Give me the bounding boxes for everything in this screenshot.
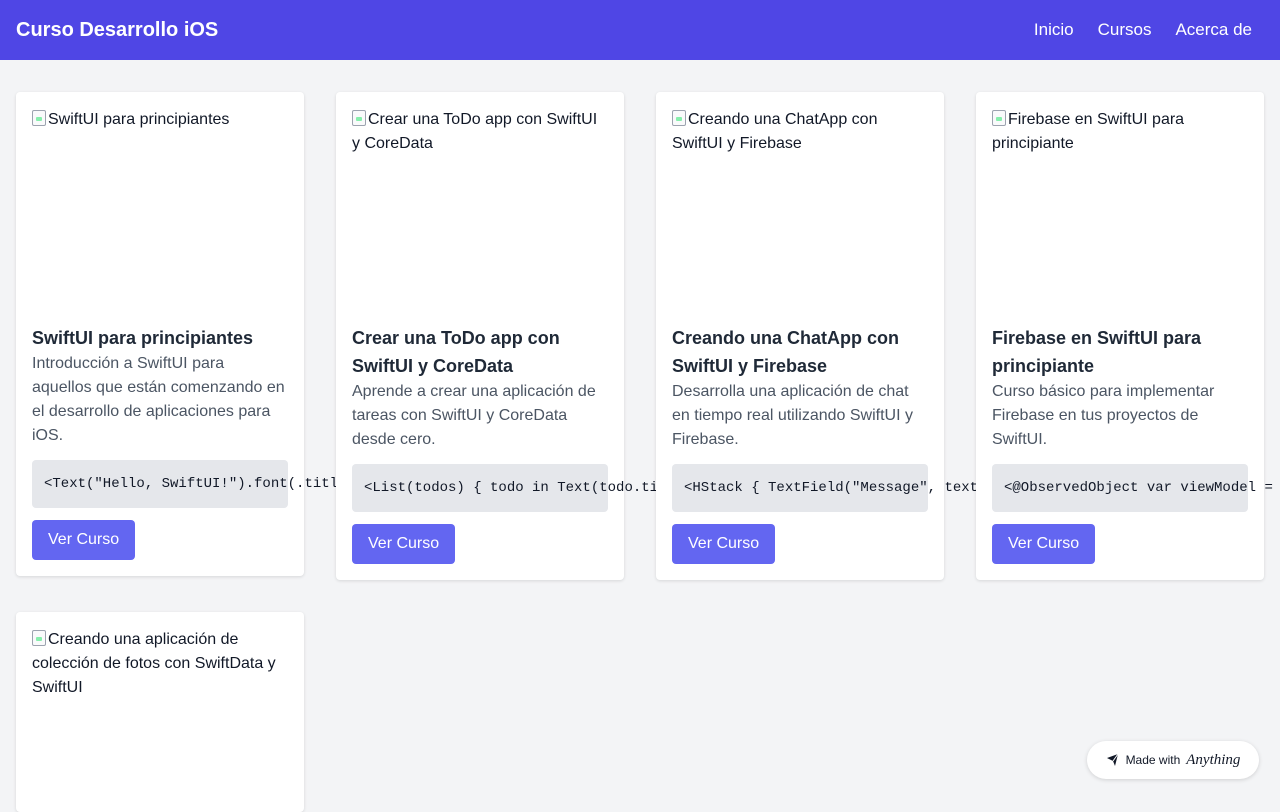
site-title[interactable]: Curso Desarrollo iOS bbox=[16, 19, 218, 42]
course-description: Curso básico para implementar Firebase e… bbox=[992, 383, 1215, 448]
image-alt-text: Firebase en SwiftUI para principiante bbox=[992, 111, 1185, 152]
course-image: SwiftUI para principiantes bbox=[32, 108, 288, 308]
course-title: Crear una ToDo app con SwiftUI y CoreDat… bbox=[352, 328, 560, 376]
course-card: Crear una ToDo app con SwiftUI y CoreDat… bbox=[336, 92, 658, 580]
image-alt-text: Crear una ToDo app con SwiftUI y CoreDat… bbox=[352, 111, 598, 152]
course-title: Creando una ChatApp con SwiftUI y Fireba… bbox=[672, 328, 900, 376]
course-title: Firebase en SwiftUI para principiante bbox=[992, 328, 1202, 376]
broken-image-icon bbox=[352, 110, 366, 126]
made-with-text: Made with bbox=[1125, 753, 1181, 767]
code-snippet: <HStack { TextField("Message", text bbox=[672, 464, 978, 512]
badge-brand: Anything bbox=[1186, 751, 1241, 768]
broken-image-icon bbox=[992, 110, 1006, 126]
course-description: Introducción a SwiftUI para aquellos que… bbox=[32, 355, 285, 444]
broken-image-icon bbox=[32, 110, 46, 126]
course-card: SwiftUI para principiantes SwiftUI para … bbox=[16, 92, 338, 576]
code-snippet: <List(todos) { todo in Text(todo.ti bbox=[352, 464, 658, 512]
course-description: Desarrolla una aplicación de chat en tie… bbox=[672, 383, 913, 448]
course-card: Creando una aplicación de colección de f… bbox=[16, 612, 304, 812]
made-with-badge[interactable]: Made with Anything bbox=[1087, 741, 1259, 779]
course-card: Firebase en SwiftUI para principiante Fi… bbox=[976, 92, 1273, 580]
code-snippet: <Text("Hello, SwiftUI!").font(.titl bbox=[32, 460, 338, 508]
broken-image-icon bbox=[32, 630, 46, 646]
course-title: SwiftUI para principiantes bbox=[32, 328, 254, 348]
course-image: Crear una ToDo app con SwiftUI y CoreDat… bbox=[352, 108, 608, 308]
course-card: Creando una ChatApp con SwiftUI y Fireba… bbox=[656, 92, 978, 580]
code-snippet: <@ObservedObject var viewModel = bbox=[992, 464, 1273, 512]
view-course-button[interactable]: Ver Curso bbox=[352, 524, 456, 564]
view-course-button[interactable]: Ver Curso bbox=[992, 524, 1096, 564]
course-image: Creando una aplicación de colección de f… bbox=[32, 628, 288, 812]
course-description: Aprende a crear una aplicación de tareas… bbox=[352, 383, 596, 448]
course-image: Creando una ChatApp con SwiftUI y Fireba… bbox=[672, 108, 928, 308]
nav-link-acerca-de[interactable]: Acerca de bbox=[1175, 20, 1252, 40]
course-grid: SwiftUI para principiantes SwiftUI para … bbox=[16, 92, 1273, 812]
view-course-button[interactable]: Ver Curso bbox=[672, 524, 776, 564]
image-alt-text: SwiftUI para principiantes bbox=[48, 111, 230, 128]
broken-image-icon bbox=[672, 110, 686, 126]
course-image: Firebase en SwiftUI para principiante bbox=[992, 108, 1248, 308]
nav-link-inicio[interactable]: Inicio bbox=[1034, 20, 1074, 40]
image-alt-text: Creando una ChatApp con SwiftUI y Fireba… bbox=[672, 111, 878, 152]
main-nav: Inicio Cursos Acerca de bbox=[1034, 20, 1252, 40]
view-course-button[interactable]: Ver Curso bbox=[32, 520, 136, 560]
anything-logo-icon bbox=[1106, 753, 1118, 766]
nav-link-cursos[interactable]: Cursos bbox=[1098, 20, 1152, 40]
image-alt-text: Creando una aplicación de colección de f… bbox=[32, 631, 276, 696]
top-navbar: Curso Desarrollo iOS Inicio Cursos Acerc… bbox=[0, 0, 1280, 60]
